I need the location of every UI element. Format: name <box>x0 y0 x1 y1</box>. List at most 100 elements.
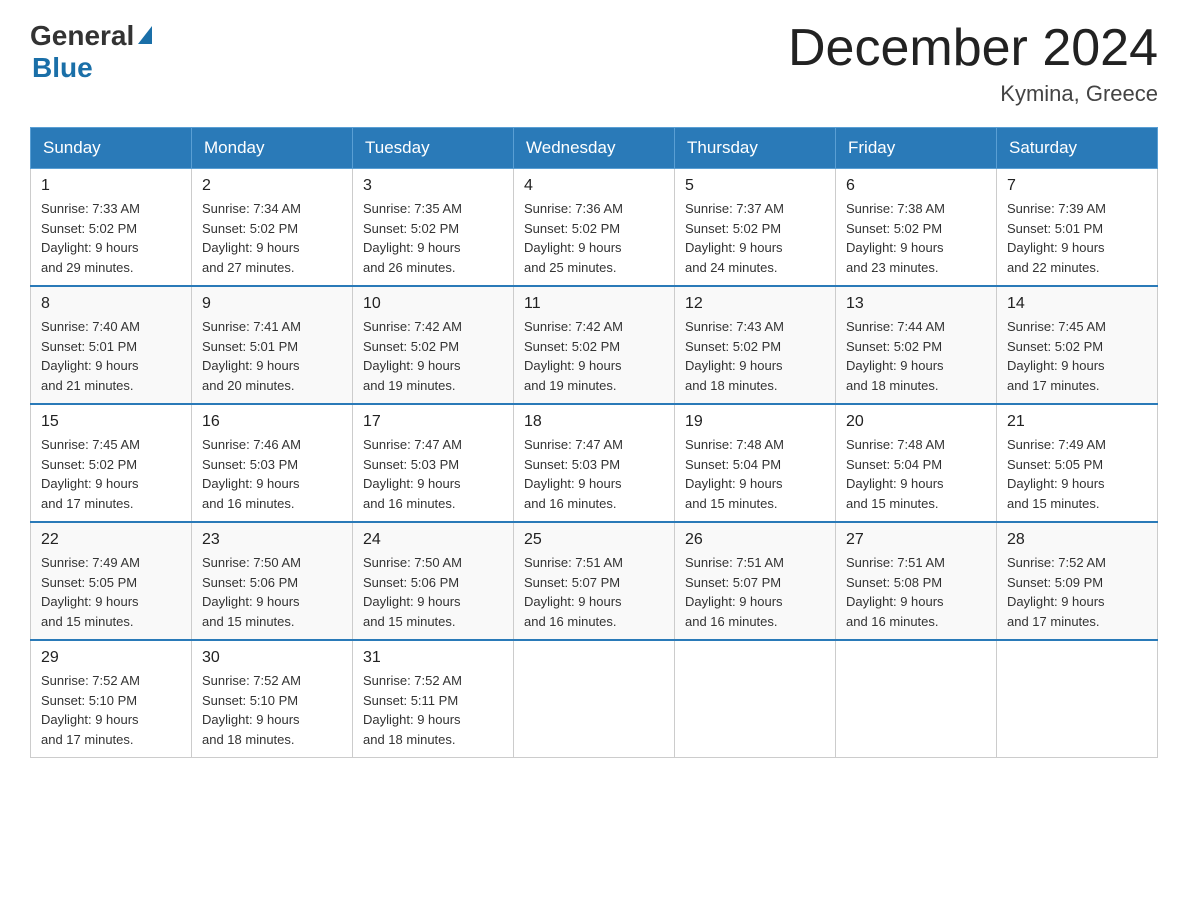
calendar-day-cell <box>514 640 675 758</box>
logo-blue-text: Blue <box>32 52 93 84</box>
day-number: 4 <box>524 177 664 195</box>
day-info: Sunrise: 7:46 AMSunset: 5:03 PMDaylight:… <box>202 435 342 513</box>
day-number: 13 <box>846 295 986 313</box>
day-number: 12 <box>685 295 825 313</box>
calendar-day-cell: 23 Sunrise: 7:50 AMSunset: 5:06 PMDayligh… <box>192 522 353 640</box>
calendar-day-cell: 29Sunrise: 7:52 AMSunset: 5:10 PMDayligh… <box>31 640 192 758</box>
day-number: 5 <box>685 177 825 195</box>
calendar-day-cell: 25Sunrise: 7:51 AMSunset: 5:07 PMDayligh… <box>514 522 675 640</box>
col-header-wednesday: Wednesday <box>514 128 675 169</box>
day-number: 20 <box>846 413 986 431</box>
col-header-tuesday: Tuesday <box>353 128 514 169</box>
calendar-day-cell: 2Sunrise: 7:34 AMSunset: 5:02 PMDaylight… <box>192 169 353 287</box>
day-info: Sunrise: 7:45 AMSunset: 5:02 PMDaylight:… <box>1007 317 1147 395</box>
page-header: General Blue December 2024 Kymina, Greec… <box>30 20 1158 107</box>
day-number: 24 <box>363 531 503 549</box>
day-info: Sunrise: 7:52 AMSunset: 5:10 PMDaylight:… <box>202 671 342 749</box>
day-info: Sunrise: 7:49 AMSunset: 5:05 PMDaylight:… <box>1007 435 1147 513</box>
day-number: 22 <box>41 531 181 549</box>
day-number: 16 <box>202 413 342 431</box>
calendar-day-cell: 28 Sunrise: 7:52 AMSunset: 5:09 PMDayligh… <box>997 522 1158 640</box>
day-number: 23 <box>202 531 342 549</box>
col-header-friday: Friday <box>836 128 997 169</box>
col-header-sunday: Sunday <box>31 128 192 169</box>
calendar-week-row: 15 Sunrise: 7:45 AMSunset: 5:02 PMDayligh… <box>31 404 1158 522</box>
day-info: Sunrise: 7:38 AMSunset: 5:02 PMDaylight:… <box>846 199 986 277</box>
calendar-table: SundayMondayTuesdayWednesdayThursdayFrid… <box>30 127 1158 758</box>
day-info: Sunrise: 7:52 AMSunset: 5:09 PMDaylight:… <box>1007 553 1147 631</box>
month-title: December 2024 <box>788 20 1158 77</box>
calendar-day-cell: 3 Sunrise: 7:35 AMSunset: 5:02 PMDaylight… <box>353 169 514 287</box>
day-info: Sunrise: 7:45 AMSunset: 5:02 PMDaylight:… <box>41 435 181 513</box>
calendar-day-cell: 11Sunrise: 7:42 AMSunset: 5:02 PMDayligh… <box>514 286 675 404</box>
calendar-day-cell <box>997 640 1158 758</box>
day-info: Sunrise: 7:39 AMSunset: 5:01 PMDaylight:… <box>1007 199 1147 277</box>
day-number: 31 <box>363 649 503 667</box>
calendar-day-cell: 8Sunrise: 7:40 AMSunset: 5:01 PMDaylight… <box>31 286 192 404</box>
calendar-day-cell: 17 Sunrise: 7:47 AMSunset: 5:03 PMDayligh… <box>353 404 514 522</box>
day-info: Sunrise: 7:37 AMSunset: 5:02 PMDaylight:… <box>685 199 825 277</box>
calendar-day-cell: 27Sunrise: 7:51 AMSunset: 5:08 PMDayligh… <box>836 522 997 640</box>
calendar-day-cell: 20 Sunrise: 7:48 AMSunset: 5:04 PMDayligh… <box>836 404 997 522</box>
day-info: Sunrise: 7:36 AMSunset: 5:02 PMDaylight:… <box>524 199 664 277</box>
title-section: December 2024 Kymina, Greece <box>788 20 1158 107</box>
day-number: 14 <box>1007 295 1147 313</box>
col-header-saturday: Saturday <box>997 128 1158 169</box>
day-number: 21 <box>1007 413 1147 431</box>
day-number: 19 <box>685 413 825 431</box>
day-info: Sunrise: 7:47 AMSunset: 5:03 PMDaylight:… <box>524 435 664 513</box>
calendar-week-row: 8Sunrise: 7:40 AMSunset: 5:01 PMDaylight… <box>31 286 1158 404</box>
calendar-day-cell <box>675 640 836 758</box>
day-info: Sunrise: 7:43 AMSunset: 5:02 PMDaylight:… <box>685 317 825 395</box>
day-info: Sunrise: 7:52 AMSunset: 5:11 PMDaylight:… <box>363 671 503 749</box>
day-info: Sunrise: 7:41 AMSunset: 5:01 PMDaylight:… <box>202 317 342 395</box>
calendar-day-cell: 15 Sunrise: 7:45 AMSunset: 5:02 PMDayligh… <box>31 404 192 522</box>
day-info: Sunrise: 7:51 AMSunset: 5:07 PMDaylight:… <box>524 553 664 631</box>
calendar-day-cell: 19 Sunrise: 7:48 AMSunset: 5:04 PMDayligh… <box>675 404 836 522</box>
calendar-day-cell: 13Sunrise: 7:44 AMSunset: 5:02 PMDayligh… <box>836 286 997 404</box>
day-number: 17 <box>363 413 503 431</box>
day-info: Sunrise: 7:50 AMSunset: 5:06 PMDaylight:… <box>202 553 342 631</box>
col-header-thursday: Thursday <box>675 128 836 169</box>
day-number: 6 <box>846 177 986 195</box>
day-info: Sunrise: 7:40 AMSunset: 5:01 PMDaylight:… <box>41 317 181 395</box>
calendar-day-cell: 21 Sunrise: 7:49 AMSunset: 5:05 PMDayligh… <box>997 404 1158 522</box>
day-info: Sunrise: 7:33 AMSunset: 5:02 PMDaylight:… <box>41 199 181 277</box>
day-info: Sunrise: 7:48 AMSunset: 5:04 PMDaylight:… <box>685 435 825 513</box>
day-info: Sunrise: 7:34 AMSunset: 5:02 PMDaylight:… <box>202 199 342 277</box>
day-info: Sunrise: 7:47 AMSunset: 5:03 PMDaylight:… <box>363 435 503 513</box>
day-number: 3 <box>363 177 503 195</box>
calendar-week-row: 29 Sunrise: 7:52 AMSunset: 5:10 PMDayligh… <box>31 640 1158 758</box>
day-number: 15 <box>41 413 181 431</box>
calendar-week-row: 22 Sunrise: 7:49 AMSunset: 5:05 PMDayligh… <box>31 522 1158 640</box>
calendar-day-cell: 31 Sunrise: 7:52 AMSunset: 5:11 PMDayligh… <box>353 640 514 758</box>
calendar-day-cell: 6 Sunrise: 7:38 AMSunset: 5:02 PMDaylight… <box>836 169 997 287</box>
calendar-day-cell: 26Sunrise: 7:51 AMSunset: 5:07 PMDayligh… <box>675 522 836 640</box>
logo-general-text: General <box>30 20 134 52</box>
col-header-monday: Monday <box>192 128 353 169</box>
day-number: 26 <box>685 531 825 549</box>
day-number: 9 <box>202 295 342 313</box>
calendar-day-cell: 1Sunrise: 7:33 AMSunset: 5:02 PMDaylight… <box>31 169 192 287</box>
calendar-day-cell: 10 Sunrise: 7:42 AMSunset: 5:02 PMDayligh… <box>353 286 514 404</box>
day-number: 29 <box>41 649 181 667</box>
day-number: 28 <box>1007 531 1147 549</box>
calendar-day-cell: 5 Sunrise: 7:37 AMSunset: 5:02 PMDaylight… <box>675 169 836 287</box>
calendar-day-cell: 4 Sunrise: 7:36 AMSunset: 5:02 PMDaylight… <box>514 169 675 287</box>
day-info: Sunrise: 7:48 AMSunset: 5:04 PMDaylight:… <box>846 435 986 513</box>
day-info: Sunrise: 7:35 AMSunset: 5:02 PMDaylight:… <box>363 199 503 277</box>
calendar-day-cell: 7 Sunrise: 7:39 AMSunset: 5:01 PMDaylight… <box>997 169 1158 287</box>
calendar-day-cell: 9 Sunrise: 7:41 AMSunset: 5:01 PMDaylight… <box>192 286 353 404</box>
logo-top: General <box>30 20 152 52</box>
day-number: 7 <box>1007 177 1147 195</box>
day-number: 10 <box>363 295 503 313</box>
day-number: 18 <box>524 413 664 431</box>
day-info: Sunrise: 7:42 AMSunset: 5:02 PMDaylight:… <box>363 317 503 395</box>
day-number: 11 <box>524 295 664 313</box>
calendar-day-cell: 14 Sunrise: 7:45 AMSunset: 5:02 PMDayligh… <box>997 286 1158 404</box>
logo-triangle-icon <box>138 26 152 44</box>
calendar-day-cell: 16 Sunrise: 7:46 AMSunset: 5:03 PMDayligh… <box>192 404 353 522</box>
day-info: Sunrise: 7:49 AMSunset: 5:05 PMDaylight:… <box>41 553 181 631</box>
logo: General Blue <box>30 20 152 84</box>
calendar-day-cell: 12 Sunrise: 7:43 AMSunset: 5:02 PMDayligh… <box>675 286 836 404</box>
